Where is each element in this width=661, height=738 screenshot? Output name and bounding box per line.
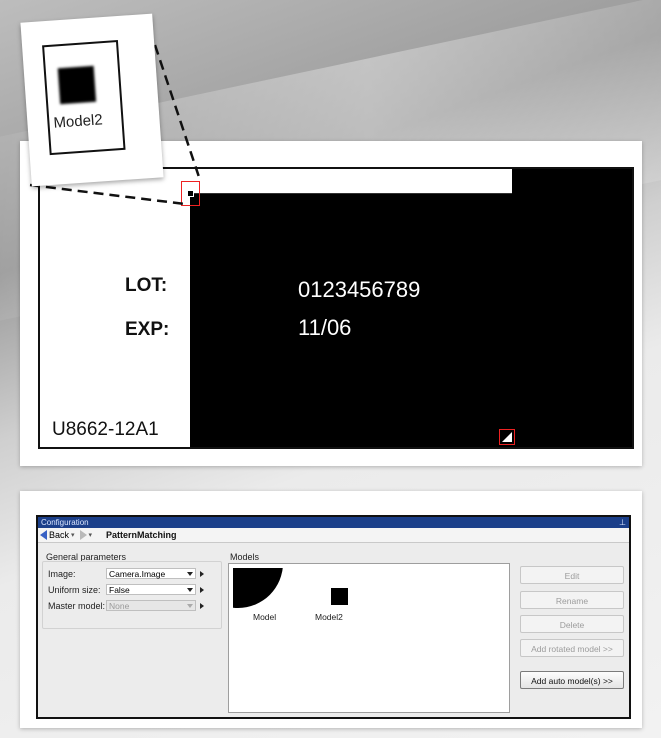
arrow-left-icon bbox=[40, 530, 47, 540]
add-auto-models-button[interactable]: Add auto model(s) >> bbox=[520, 671, 624, 689]
uniform-size-select[interactable]: False bbox=[106, 584, 196, 595]
top-white-strip bbox=[190, 169, 512, 194]
model-name: Model bbox=[253, 612, 277, 622]
camera-image: LOT: EXP: U8662-12A1 0123456789 11/06 bbox=[38, 167, 634, 449]
label-white-area: LOT: EXP: U8662-12A1 bbox=[40, 169, 190, 447]
expand-icon[interactable] bbox=[200, 571, 204, 577]
models-list[interactable]: Model Model2 bbox=[228, 563, 510, 713]
back-label: Back bbox=[49, 530, 70, 540]
model-thumbnail bbox=[233, 568, 283, 608]
expand-icon[interactable] bbox=[200, 603, 204, 609]
pin-icon[interactable]: ⊥ bbox=[619, 517, 626, 528]
zoom-callout: Model2 bbox=[20, 13, 164, 187]
exp-value: 11/06 bbox=[298, 315, 352, 340]
zoom-caption: Model2 bbox=[52, 111, 104, 132]
lot-value: 0123456789 bbox=[298, 277, 421, 302]
dropdown-icon bbox=[187, 604, 193, 608]
image-param-label: Image: bbox=[48, 569, 76, 579]
dropdown-icon bbox=[187, 572, 193, 576]
back-history-dropdown-icon[interactable]: ▾ bbox=[71, 531, 75, 539]
window-titlebar: Configuration ⊥ bbox=[38, 517, 629, 528]
label-image-panel: LOT: EXP: U8662-12A1 0123456789 11/06 bbox=[20, 141, 642, 466]
breadcrumb: PatternMatching bbox=[106, 530, 177, 540]
configuration-window: Configuration ⊥ Back ▾ ▾ PatternMatching… bbox=[36, 515, 631, 719]
model-item-model[interactable]: Model bbox=[233, 568, 293, 628]
back-button[interactable]: Back ▾ ▾ bbox=[40, 530, 92, 540]
model2-thumbnail bbox=[331, 588, 348, 605]
model-marker[interactable] bbox=[499, 429, 515, 445]
forward-history-dropdown-icon[interactable]: ▾ bbox=[89, 531, 93, 539]
add-rotated-model-button[interactable]: Add rotated model >> bbox=[520, 639, 624, 657]
models-title: Models bbox=[230, 552, 260, 562]
product-code: U8662-12A1 bbox=[52, 419, 159, 440]
navigation-bar: Back ▾ ▾ PatternMatching bbox=[38, 528, 629, 543]
image-select[interactable]: Camera.Image bbox=[106, 568, 196, 579]
rename-button[interactable]: Rename bbox=[520, 591, 624, 609]
delete-button[interactable]: Delete bbox=[520, 615, 624, 633]
arrow-right-icon[interactable] bbox=[79, 530, 87, 540]
model2-marker[interactable] bbox=[181, 181, 200, 206]
expand-icon[interactable] bbox=[200, 587, 204, 593]
uniform-size-label: Uniform size: bbox=[48, 585, 101, 595]
window-title: Configuration bbox=[41, 518, 89, 527]
configuration-panel: Configuration ⊥ Back ▾ ▾ PatternMatching… bbox=[20, 491, 642, 728]
zoom-model-frame: Model2 bbox=[42, 40, 126, 156]
edit-button[interactable]: Edit bbox=[520, 566, 624, 584]
master-model-select[interactable]: None bbox=[106, 600, 196, 611]
dropdown-icon bbox=[187, 588, 193, 592]
exp-label: EXP: bbox=[125, 319, 170, 340]
master-model-label: Master model: bbox=[48, 601, 106, 611]
model-item-model2[interactable]: Model2 bbox=[311, 568, 371, 628]
zoom-model-shape bbox=[57, 65, 97, 105]
model2-name: Model2 bbox=[315, 612, 343, 622]
lot-label: LOT: bbox=[125, 275, 168, 296]
